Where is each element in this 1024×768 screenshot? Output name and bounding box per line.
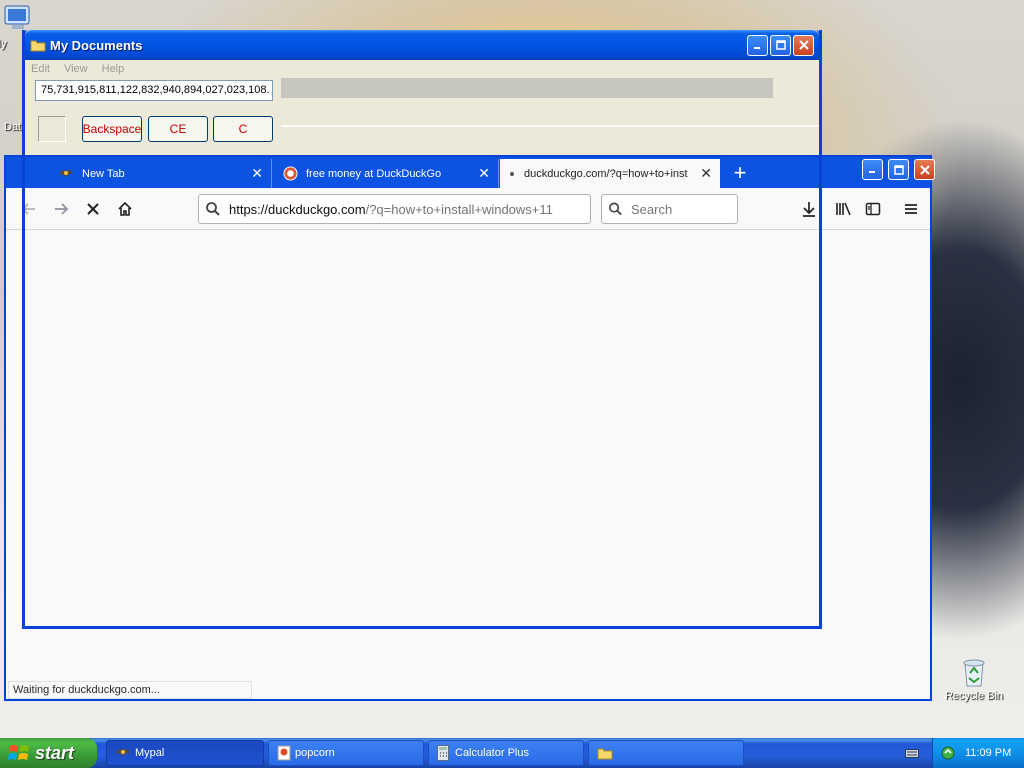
folder-icon — [30, 40, 46, 52]
new-tab-button[interactable]: + — [726, 159, 754, 187]
menubar: Edit View Help — [25, 60, 819, 78]
search-icon — [609, 202, 622, 216]
maximize-button[interactable] — [888, 159, 909, 180]
menu-button[interactable] — [900, 198, 922, 220]
minimize-button[interactable] — [862, 159, 883, 180]
navigation-toolbar: https://duckduckgo.com/?q=how+to+install… — [6, 188, 930, 230]
tab-label: duckduckgo.com/?q=how+to+inst — [524, 167, 688, 180]
close-icon — [798, 40, 809, 50]
clock[interactable]: 11:09 PM — [965, 747, 1011, 759]
taskbar-item-calculator[interactable]: Calculator Plus — [428, 740, 584, 766]
desktop-icon-label: Dat — [4, 121, 22, 133]
close-button[interactable] — [914, 159, 935, 180]
loading-dot-icon — [510, 171, 514, 176]
mypal-icon — [59, 169, 73, 177]
url-bar[interactable]: https://duckduckgo.com/?q=how+to+install… — [198, 194, 591, 224]
tab-close-icon[interactable]: ✕ — [700, 165, 712, 182]
window-controls — [860, 159, 935, 180]
image-icon — [277, 745, 291, 761]
tab-label: New Tab — [82, 167, 125, 180]
tab-label: free money at DuckDuckGo — [306, 167, 442, 180]
maximize-icon — [775, 40, 786, 50]
library-button[interactable] — [832, 198, 854, 220]
system-tray: 11:09 PM — [932, 738, 1024, 768]
minimize-icon — [754, 46, 760, 49]
search-icon — [206, 202, 220, 216]
taskbar-item-my-documents[interactable] — [588, 740, 744, 766]
my-documents-titlebar[interactable]: My Documents — [25, 30, 819, 60]
menu-help[interactable]: Help — [102, 63, 125, 75]
mypal-icon — [116, 749, 130, 756]
sidebar-button[interactable] — [862, 198, 884, 220]
stop-button[interactable] — [82, 198, 104, 220]
tab-strip: New Tab ✕ free money at DuckDuckGo ✕ duc… — [6, 157, 935, 188]
close-button[interactable] — [793, 34, 814, 56]
minimize-icon — [869, 171, 875, 173]
minimize-button[interactable] — [747, 34, 768, 56]
url-path: /?q=how+to+install+windows+11 — [365, 201, 553, 217]
c-button[interactable]: C — [213, 116, 273, 142]
close-icon — [919, 164, 930, 175]
desktop-icon-label: My — [0, 38, 7, 50]
duckduckgo-icon — [283, 166, 298, 181]
page-content[interactable] — [6, 230, 930, 699]
tab-free-money[interactable]: free money at DuckDuckGo ✕ — [275, 159, 499, 188]
tab-new-tab[interactable]: New Tab ✕ — [50, 159, 272, 188]
hamburger-menu-icon — [905, 204, 917, 214]
calculator-icon — [437, 745, 449, 761]
windows-logo-icon — [8, 745, 29, 760]
url-host: https://duckduckgo.com — [229, 201, 366, 217]
window-title: My Documents — [50, 37, 143, 53]
network-icon — [941, 746, 955, 760]
taskbar-item-popcorn[interactable]: popcorn — [268, 740, 424, 766]
recycle-bin-icon — [963, 659, 985, 687]
maximize-icon — [893, 164, 904, 175]
calculator-panel: 75,731,915,811,122,832,940,894,027,023,1… — [27, 78, 281, 158]
start-label: start — [35, 742, 75, 763]
taskbar-item-mypal[interactable]: Mypal — [106, 740, 264, 766]
back-arrow-icon — [21, 203, 35, 215]
url-text: https://duckduckgo.com/?q=how+to+install… — [229, 202, 553, 217]
calculator-display: 75,731,915,811,122,832,940,894,027,023,1… — [35, 80, 273, 101]
back-button[interactable] — [18, 198, 40, 220]
taskbar: start Mypal popcorn Calculator Plus 11:0… — [0, 738, 1024, 768]
download-icon — [803, 202, 815, 217]
tab-close-icon[interactable]: ✕ — [478, 165, 490, 182]
keyboard-icon[interactable] — [905, 747, 919, 762]
memory-indicator — [38, 116, 66, 142]
desktop-icon-label: Recycle Bin — [944, 690, 1004, 702]
library-icon — [835, 202, 851, 216]
folder-icon — [597, 748, 613, 760]
taskbar-item-label: Calculator Plus — [455, 747, 529, 759]
desktop-icon-recycle-bin[interactable]: Recycle Bin — [942, 656, 1006, 702]
taskbar-item-label: Mypal — [135, 747, 165, 759]
search-box[interactable] — [601, 194, 738, 224]
maximize-button[interactable] — [770, 34, 791, 56]
home-icon — [118, 201, 132, 216]
downloads-button[interactable] — [798, 198, 820, 220]
stop-icon — [87, 203, 99, 215]
ce-button[interactable]: CE — [148, 116, 208, 142]
forward-button[interactable] — [50, 198, 72, 220]
menu-edit[interactable]: Edit — [31, 63, 50, 75]
divider — [281, 125, 819, 127]
start-button[interactable]: start — [0, 738, 97, 768]
status-bar: Waiting for duckduckgo.com... — [8, 681, 252, 699]
browser-window: New Tab ✕ free money at DuckDuckGo ✕ duc… — [4, 155, 935, 701]
home-button[interactable] — [114, 198, 136, 220]
forward-arrow-icon — [55, 203, 69, 215]
sidebar-icon — [865, 202, 881, 216]
search-input[interactable] — [631, 201, 731, 217]
tab-duckduckgo-search[interactable]: duckduckgo.com/?q=how+to+inst ✕ — [500, 159, 720, 188]
taskbar-item-label: popcorn — [295, 747, 335, 759]
keyboard-icon — [905, 749, 919, 758]
tab-close-icon[interactable]: ✕ — [251, 165, 263, 182]
backspace-button[interactable]: Backspace — [82, 116, 142, 142]
preview-toolbar — [281, 78, 773, 98]
menu-view[interactable]: View — [64, 63, 88, 75]
